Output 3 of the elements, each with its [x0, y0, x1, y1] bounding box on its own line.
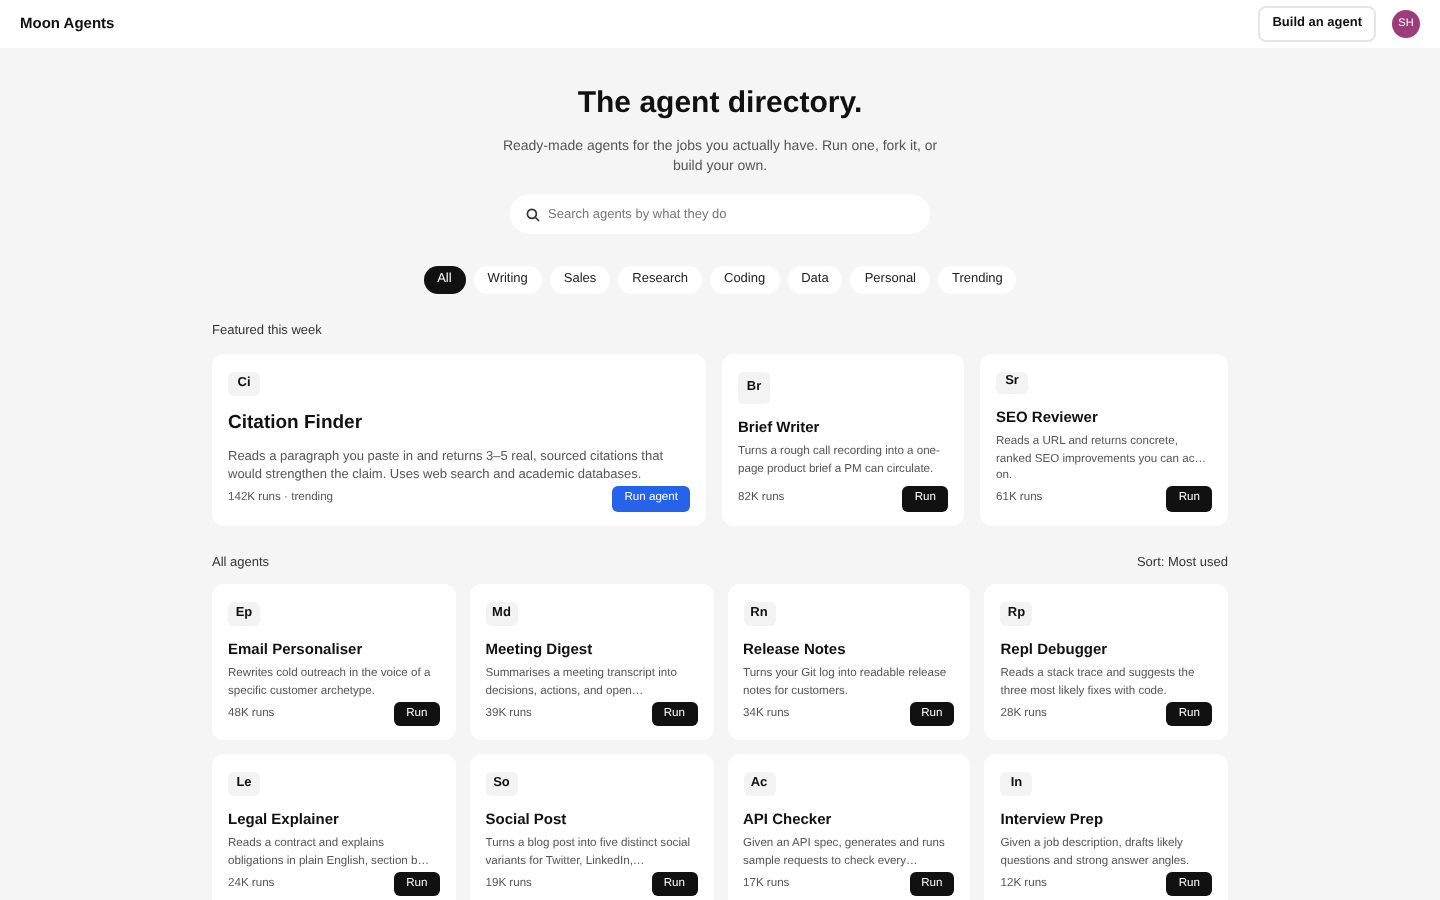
page-title: The agent directory. [575, 84, 865, 124]
search-icon [526, 207, 540, 222]
agent-name: Citation Finder [228, 410, 365, 439]
